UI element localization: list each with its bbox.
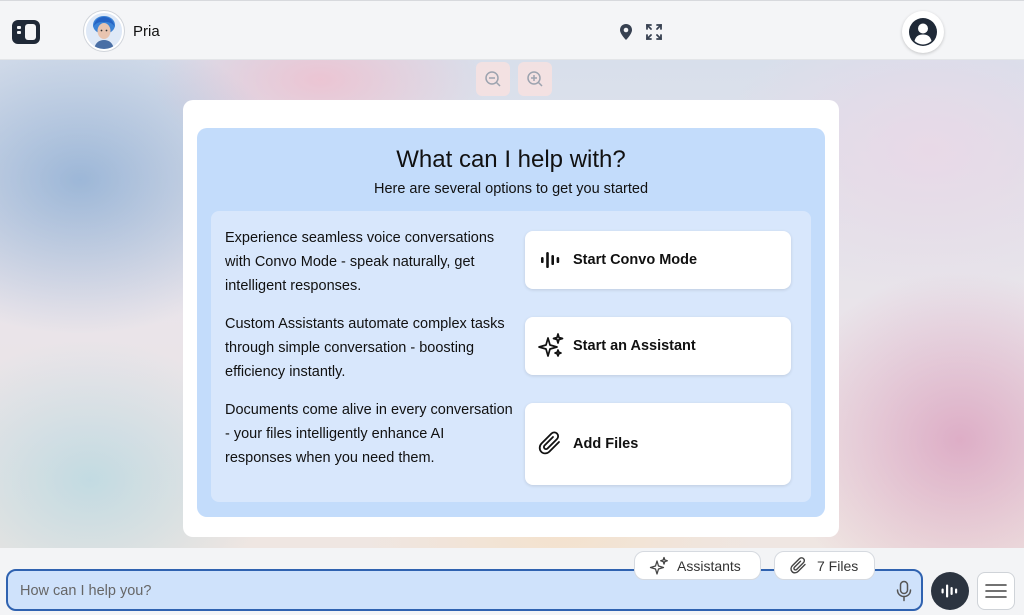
- start-convo-mode-label: Start Convo Mode: [573, 252, 698, 268]
- menu-button[interactable]: [977, 572, 1015, 610]
- help-title: What can I help with?: [396, 146, 626, 173]
- add-files-label: Add Files: [573, 436, 639, 452]
- mic-icon[interactable]: [894, 580, 914, 602]
- assistant-name: Pria: [133, 23, 160, 40]
- help-subtitle: Here are several options to get you star…: [373, 181, 649, 197]
- sparkles-icon: [649, 556, 669, 576]
- location-pin-icon[interactable]: [617, 23, 635, 41]
- assistant-description: Custom Assistants automate complex tasks…: [225, 316, 505, 380]
- start-convo-mode-button[interactable]: Start Convo Mode: [525, 231, 791, 289]
- assistant-avatar[interactable]: [84, 11, 124, 51]
- zoom-out-button[interactable]: [476, 62, 510, 96]
- fullscreen-icon[interactable]: [645, 23, 663, 41]
- options-panel: Experience seamless voice conversations …: [211, 211, 811, 502]
- start-assistant-label: Start an Assistant: [573, 338, 696, 354]
- assistants-chip-label: Assistants: [677, 557, 741, 574]
- files-chip-label: 7 Files: [817, 557, 859, 574]
- chat-input[interactable]: [20, 579, 880, 603]
- help-card: What can I help with? Here are several o…: [183, 100, 839, 537]
- zoom-out-icon: [485, 71, 501, 87]
- voice-mode-button[interactable]: [931, 572, 969, 610]
- start-assistant-button[interactable]: Start an Assistant: [525, 317, 791, 375]
- files-chip[interactable]: 7 Files: [774, 551, 875, 580]
- convo-mode-description: Experience seamless voice conversations …: [225, 230, 495, 294]
- voice-wave-icon: [537, 246, 565, 274]
- files-description: Documents come alive in every conversati…: [225, 402, 513, 466]
- paperclip-icon: [789, 556, 809, 576]
- voice-mode-icon: [941, 584, 958, 598]
- user-account-icon[interactable]: [902, 11, 944, 53]
- top-bar: Pria: [0, 0, 1024, 60]
- add-files-button[interactable]: Add Files: [525, 403, 791, 485]
- sidebar-toggle-icon[interactable]: [10, 18, 42, 46]
- menu-icon: [985, 584, 1007, 598]
- assistants-chip[interactable]: Assistants: [634, 551, 761, 580]
- zoom-in-icon: [527, 71, 543, 87]
- sparkles-icon: [537, 332, 565, 360]
- paperclip-icon: [537, 430, 565, 458]
- help-panel: What can I help with? Here are several o…: [197, 128, 825, 517]
- zoom-in-button[interactable]: [518, 62, 552, 96]
